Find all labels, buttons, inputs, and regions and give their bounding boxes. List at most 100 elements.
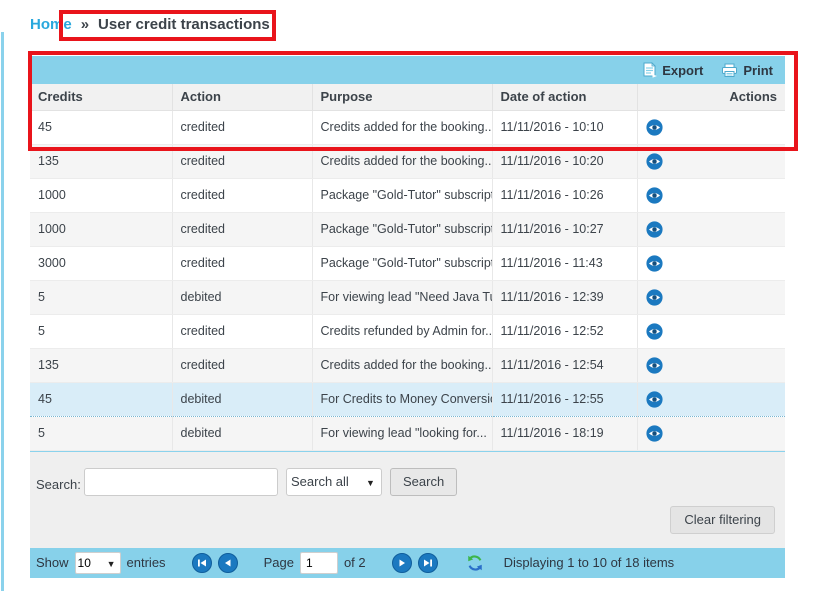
cell-purpose: For viewing lead "Need Java Tutor... [312,280,492,314]
column-header-actions: Actions [637,84,785,110]
previous-page-button[interactable] [218,553,238,573]
table-row: 45 credited Credits added for the bookin… [30,110,785,144]
view-details-button[interactable] [646,323,663,340]
cell-actions [637,110,785,144]
cell-date: 11/11/2016 - 11:43 [492,246,637,280]
cell-purpose: Credits added for the booking... [312,348,492,382]
export-button-label: Export [662,63,703,78]
column-header-credits[interactable]: Credits [30,84,172,110]
document-export-icon [642,62,657,78]
transactions-table: Credits Action Purpose Date of action Ac… [30,84,785,451]
view-details-button[interactable] [646,289,663,306]
cell-actions [637,144,785,178]
print-button[interactable]: Print [721,63,773,78]
cell-credits: 5 [30,314,172,348]
table-row: 5 debited For viewing lead "Need Java Tu… [30,280,785,314]
cell-purpose: For Credits to Money Conversion... [312,382,492,416]
table-row: 1000 credited Package "Gold-Tutor" subsc… [30,178,785,212]
breadcrumb: Home » User credit transactions [30,16,270,33]
cell-credits: 1000 [30,212,172,246]
cell-date: 11/11/2016 - 12:54 [492,348,637,382]
cell-action: credited [172,314,312,348]
cell-purpose: Credits refunded by Admin for... [312,314,492,348]
column-header-purpose[interactable]: Purpose [312,84,492,110]
page-left-accent-line [1,32,4,591]
cell-credits: 1000 [30,178,172,212]
entries-label: entries [127,555,166,570]
cell-credits: 45 [30,110,172,144]
cell-credits: 3000 [30,246,172,280]
cell-action: credited [172,110,312,144]
print-button-label: Print [743,63,773,78]
table-row: 5 credited Credits refunded by Admin for… [30,314,785,348]
first-page-icon [196,557,208,569]
cell-actions [637,382,785,416]
view-details-button[interactable] [646,425,663,442]
cell-action: credited [172,246,312,280]
cell-purpose: Package "Gold-Tutor" subscription [312,212,492,246]
page-size-select[interactable]: 10 [75,552,121,574]
page-title: User credit transactions [98,16,270,33]
cell-action: debited [172,280,312,314]
cell-date: 11/11/2016 - 10:20 [492,144,637,178]
view-details-button[interactable] [646,221,663,238]
previous-page-icon [222,557,234,569]
cell-credits: 5 [30,416,172,450]
view-details-button[interactable] [646,391,663,408]
pagination-status: Displaying 1 to 10 of 18 items [504,555,675,570]
view-details-button[interactable] [646,357,663,374]
table-row: 45 debited For Credits to Money Conversi… [30,382,785,416]
view-details-button[interactable] [646,119,663,136]
cell-date: 11/11/2016 - 10:26 [492,178,637,212]
search-input[interactable] [84,468,278,496]
page-label: Page [264,555,294,570]
cell-credits: 45 [30,382,172,416]
page-of-label: of 2 [344,555,366,570]
cell-action: credited [172,144,312,178]
cell-action: credited [172,212,312,246]
column-header-date[interactable]: Date of action [492,84,637,110]
cell-purpose: Package "Gold-Tutor" subscription [312,246,492,280]
page-number-input[interactable] [300,552,338,574]
view-details-button[interactable] [646,153,663,170]
cell-action: debited [172,416,312,450]
cell-actions [637,212,785,246]
cell-date: 11/11/2016 - 18:19 [492,416,637,450]
cell-credits: 5 [30,280,172,314]
cell-credits: 135 [30,144,172,178]
cell-actions [637,178,785,212]
table-row: 5 debited For viewing lead "looking for.… [30,416,785,450]
view-details-button[interactable] [646,255,663,272]
search-filter-select[interactable]: Search all [286,468,382,496]
cell-purpose: Credits added for the booking... [312,110,492,144]
view-details-button[interactable] [646,187,663,204]
show-label: Show [36,555,69,570]
next-page-icon [396,557,408,569]
cell-date: 11/11/2016 - 12:52 [492,314,637,348]
next-page-button[interactable] [392,553,412,573]
refresh-icon[interactable] [466,554,484,572]
search-label: Search: [36,477,81,492]
table-row: 1000 credited Package "Gold-Tutor" subsc… [30,212,785,246]
last-page-button[interactable] [418,553,438,573]
cell-actions [637,348,785,382]
cell-actions [637,246,785,280]
cell-date: 11/11/2016 - 12:55 [492,382,637,416]
cell-date: 11/11/2016 - 10:27 [492,212,637,246]
cell-action: debited [172,382,312,416]
search-button[interactable]: Search [390,468,457,496]
breadcrumb-home-link[interactable]: Home [30,16,72,33]
pagination-bar: Show 10 ▼ entries Page [30,548,785,578]
printer-icon [721,63,738,78]
clear-filtering-button[interactable]: Clear filtering [670,506,775,534]
column-header-action[interactable]: Action [172,84,312,110]
cell-actions [637,280,785,314]
table-row: 135 credited Credits added for the booki… [30,348,785,382]
cell-actions [637,416,785,450]
cell-purpose: Credits added for the booking... [312,144,492,178]
table-toolbar: Export Print [30,56,785,84]
export-button[interactable]: Export [642,62,703,78]
first-page-button[interactable] [192,553,212,573]
cell-purpose: Package "Gold-Tutor" subscription [312,178,492,212]
cell-date: 11/11/2016 - 12:39 [492,280,637,314]
